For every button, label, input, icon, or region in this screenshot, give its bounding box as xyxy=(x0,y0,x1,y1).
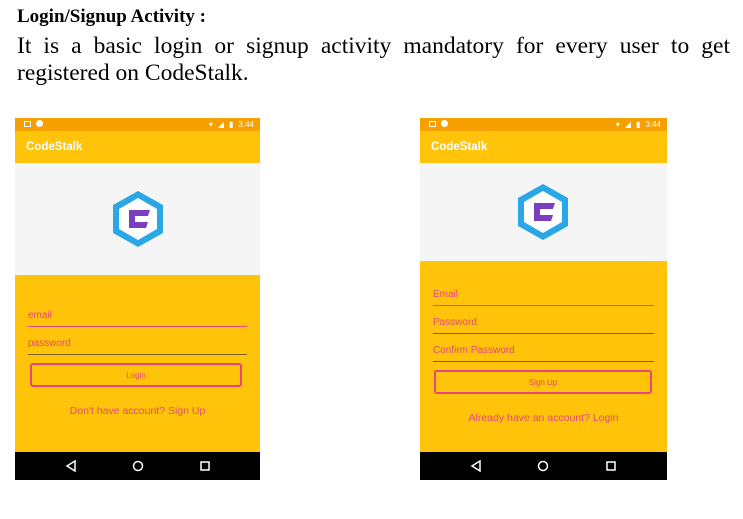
password-field[interactable]: Password xyxy=(433,317,654,334)
message-icon xyxy=(36,120,43,127)
status-time: 3:44 xyxy=(645,120,661,129)
app-title: CodeStalk xyxy=(431,141,488,153)
email-field[interactable]: email xyxy=(28,310,247,327)
wifi-icon: ▾ xyxy=(208,120,213,129)
message-icon xyxy=(441,120,448,127)
home-circle-icon[interactable] xyxy=(537,460,549,472)
app-bar: CodeStalk xyxy=(15,131,260,163)
battery-icon: ▮ xyxy=(229,120,234,129)
logo-area xyxy=(15,163,260,275)
signal-icon: ◢ xyxy=(217,120,225,129)
signal-icon: ◢ xyxy=(624,120,632,129)
status-bar: ▾ ◢ ▮ 3:44 xyxy=(15,118,260,131)
battery-icon: ▮ xyxy=(636,120,641,129)
wifi-icon: ▾ xyxy=(615,120,620,129)
app-title: CodeStalk xyxy=(26,141,83,153)
signup-link[interactable]: Don't have account? Sign Up xyxy=(15,405,260,417)
nav-bar xyxy=(15,452,260,480)
password-field[interactable]: password xyxy=(28,338,247,355)
recents-square-icon[interactable] xyxy=(199,460,211,472)
nav-bar xyxy=(420,452,667,480)
codestalk-logo-icon xyxy=(518,184,568,240)
logo-area xyxy=(420,163,667,261)
signup-screenshot: ▾ ◢ ▮ 3:44 CodeStalk Email Password Conf… xyxy=(420,118,667,480)
recents-square-icon[interactable] xyxy=(605,460,617,472)
notification-icon xyxy=(429,120,436,127)
status-time: 3:44 xyxy=(238,120,254,129)
confirm-password-field[interactable]: Confirm Password xyxy=(433,345,654,362)
email-field[interactable]: Email xyxy=(433,289,654,306)
section-heading: Login/Signup Activity : xyxy=(17,6,206,27)
status-bar: ▾ ◢ ▮ 3:44 xyxy=(420,118,667,131)
notification-icon xyxy=(24,120,31,127)
home-circle-icon[interactable] xyxy=(132,460,144,472)
login-link[interactable]: Already have an account? Login xyxy=(420,412,667,424)
section-description: It is a basic login or signup activity m… xyxy=(17,33,730,86)
signup-button[interactable]: Sign Up xyxy=(434,370,652,394)
back-triangle-icon[interactable] xyxy=(65,460,77,472)
back-triangle-icon[interactable] xyxy=(470,460,482,472)
login-screenshot: ▾ ◢ ▮ 3:44 CodeStalk email password Logi… xyxy=(15,118,260,480)
app-bar: CodeStalk xyxy=(420,131,667,163)
login-button[interactable]: Login xyxy=(30,363,242,387)
codestalk-logo-icon xyxy=(113,191,163,247)
